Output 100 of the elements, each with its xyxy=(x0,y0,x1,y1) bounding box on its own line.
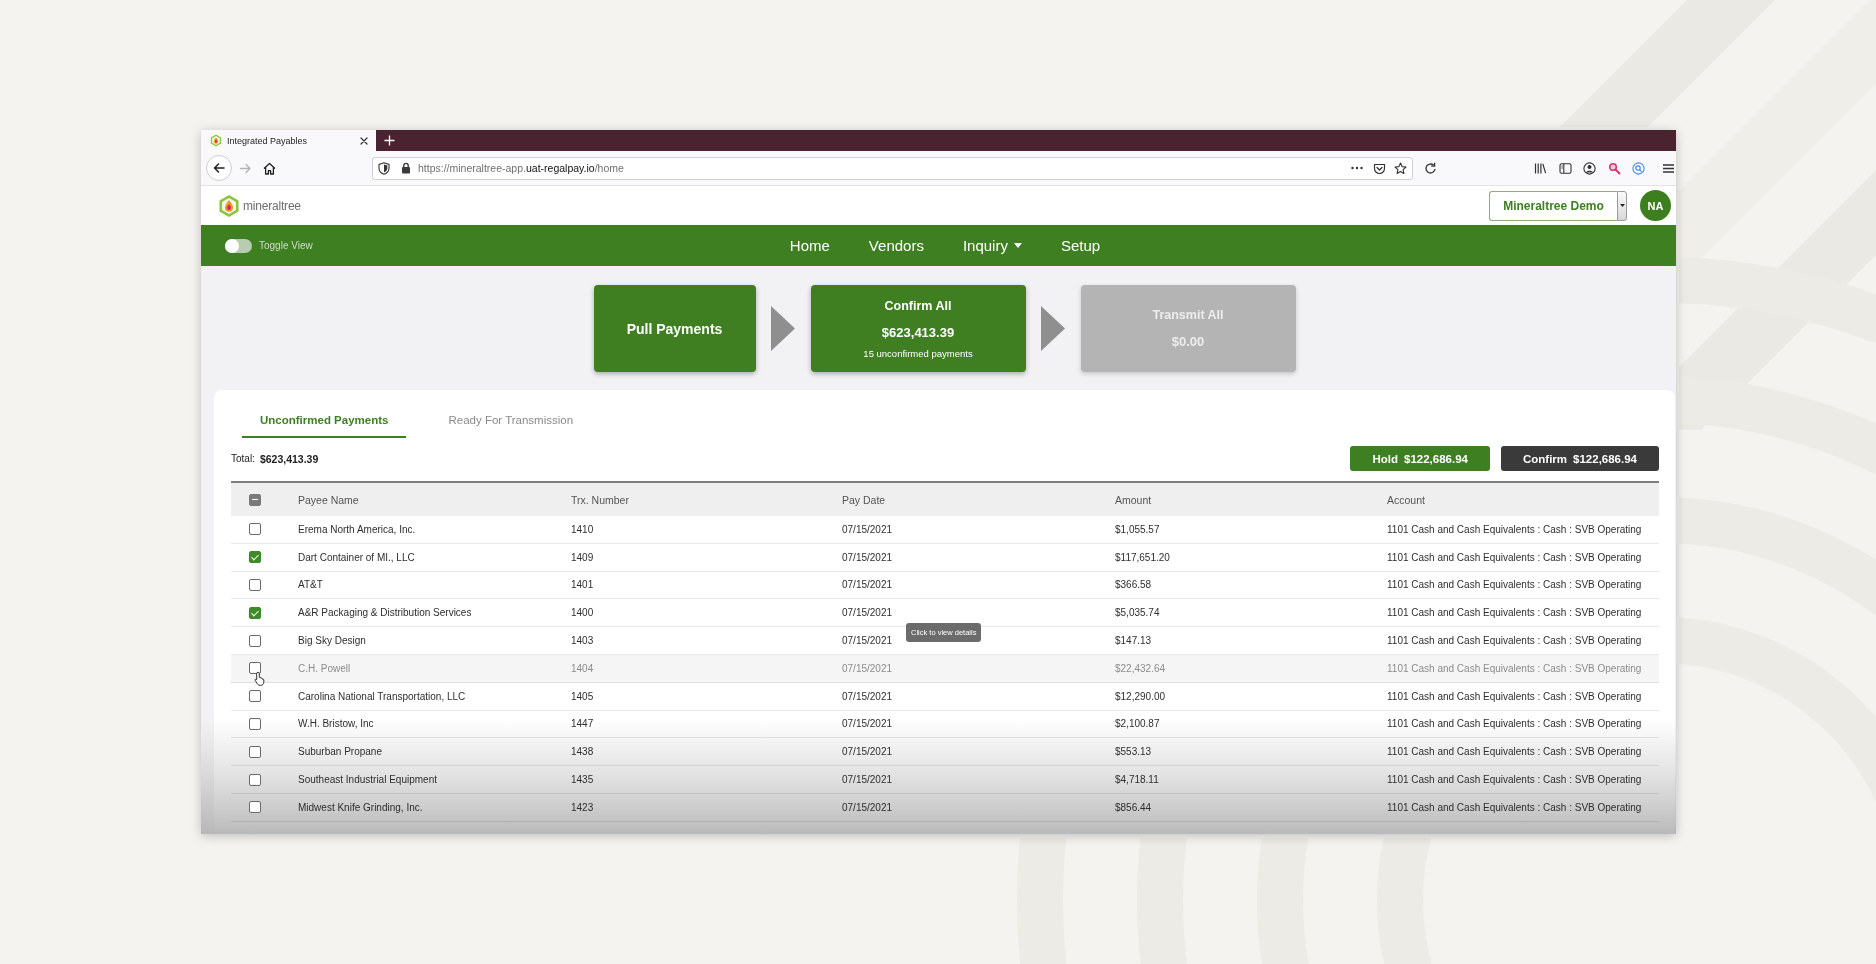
table-cell: 07/15/2021 xyxy=(842,746,893,758)
table-cell: 07/15/2021 xyxy=(842,690,893,702)
table-cell: 1101 Cash and Cash Equivalents : Cash : SVB Operating xyxy=(1387,662,1642,674)
close-icon[interactable] xyxy=(360,136,368,145)
table-cell: 1101 Cash and Cash Equivalents : Cash : SVB Operating xyxy=(1387,774,1642,786)
table-cell: 1101 Cash and Cash Equivalents : Cash : SVB Operating xyxy=(1387,579,1642,591)
table-cell: 1404 xyxy=(571,662,594,674)
reload-icon[interactable] xyxy=(1424,161,1437,175)
sidebar-icon[interactable] xyxy=(1559,161,1572,175)
hold-button[interactable]: Hold $122,686.94 xyxy=(1350,446,1490,471)
table-cell: 1401 xyxy=(571,579,594,591)
row-checkbox[interactable] xyxy=(249,773,261,786)
row-checkbox[interactable] xyxy=(249,523,261,536)
table-cell: 07/15/2021 xyxy=(842,662,893,674)
table-cell: 1405 xyxy=(571,690,594,702)
row-checkbox[interactable] xyxy=(249,634,261,647)
nav-link[interactable]: Inquiry xyxy=(962,237,1022,254)
nav-link[interactable]: Vendors xyxy=(868,237,924,254)
nav-link[interactable]: Setup xyxy=(1060,237,1101,254)
tab[interactable]: Unconfirmed Payments xyxy=(242,404,407,438)
star-icon[interactable] xyxy=(1394,161,1407,175)
table-cell: $366.58 xyxy=(1115,579,1152,591)
table-cell: 1403 xyxy=(571,635,594,647)
table-row[interactable]: Carolina National Transportation, LLC 1405 07/15/2021 $12,290.00 1101 Cash and Cash Equivalents : Cash : SVB Operating xyxy=(231,682,1659,711)
plus-icon[interactable] xyxy=(384,135,395,146)
table-cell: 1101 Cash and Cash Equivalents : Cash : SVB Operating xyxy=(1387,551,1642,563)
row-checkbox[interactable] xyxy=(249,606,261,619)
column-header: Payee Name xyxy=(298,493,359,506)
table-cell: $856.44 xyxy=(1115,801,1152,813)
row-checkbox[interactable] xyxy=(249,717,261,730)
hand-cursor-icon xyxy=(254,671,266,686)
table-cell: Carolina National Transportation, LLC xyxy=(298,690,466,702)
row-checkbox[interactable] xyxy=(249,662,261,675)
table-cell: 07/15/2021 xyxy=(842,579,893,591)
table-cell: 1447 xyxy=(571,718,594,730)
table-row[interactable]: Erema North America, Inc. 1410 07/15/2021 $1,055.57 1101 Cash and Cash Equivalents : Cash : SVB Operating xyxy=(231,516,1659,544)
account-icon[interactable] xyxy=(1583,161,1596,175)
table-cell: 1410 xyxy=(571,523,594,535)
table-cell: Erema North America, Inc. xyxy=(298,523,416,535)
table-cell: 1435 xyxy=(571,774,594,786)
toggle-switch[interactable] xyxy=(225,238,252,253)
tab[interactable]: Ready For Transmission xyxy=(430,404,592,438)
row-checkbox[interactable] xyxy=(249,551,261,564)
dropdown-toggle[interactable] xyxy=(1617,190,1627,221)
table-cell: 1400 xyxy=(571,607,594,619)
triangle-arrow-icon xyxy=(1040,306,1065,351)
confirm-button[interactable]: Confirm $122,686.94 xyxy=(1500,446,1659,471)
table-cell: 1438 xyxy=(571,746,594,758)
table-cell: A&R Packaging & Distribution Services xyxy=(298,607,472,619)
table-cell: $4,718.11 xyxy=(1115,774,1159,786)
menu-icon[interactable] xyxy=(1662,161,1675,175)
column-header: Amount xyxy=(1115,493,1152,506)
lock-icon[interactable] xyxy=(401,162,411,174)
table-cell: $117,651.20 xyxy=(1115,551,1170,563)
row-checkbox[interactable] xyxy=(249,745,261,758)
step-card[interactable]: Confirm All $623,413.39 15 unconfirmed payments xyxy=(810,285,1026,372)
table-cell: 1101 Cash and Cash Equivalents : Cash : SVB Operating xyxy=(1387,801,1642,813)
nav-link[interactable]: Home xyxy=(789,237,830,254)
table-cell: 07/15/2021 xyxy=(842,635,893,647)
row-checkbox[interactable] xyxy=(249,579,261,591)
magnifier-circle-icon[interactable] xyxy=(1632,161,1645,175)
shield-chevron-icon[interactable] xyxy=(1373,161,1386,175)
hexagon-flame-icon xyxy=(218,193,240,218)
more-dots-icon[interactable] xyxy=(1351,166,1363,170)
table-cell: 07/15/2021 xyxy=(842,523,893,535)
table-cell: Big Sky Design xyxy=(298,635,366,647)
table-row[interactable]: Suburban Propane 1438 07/15/2021 $553.13 1101 Cash and Cash Equivalents : Cash : SVB Operating xyxy=(231,738,1659,767)
user-avatar[interactable]: NA xyxy=(1640,190,1671,221)
table-cell: 07/15/2021 xyxy=(842,774,893,786)
table-row[interactable]: AT&T 1401 07/15/2021 $366.58 1101 Cash and Cash Equivalents : Cash : SVB Operating xyxy=(231,571,1659,600)
magnifier-icon[interactable] xyxy=(1608,161,1621,175)
address-bar[interactable]: https://mineraltree-app.uat-regalpay.io/home xyxy=(372,156,1413,180)
table-cell: 1409 xyxy=(571,551,594,563)
table-cell: 1101 Cash and Cash Equivalents : Cash : SVB Operating xyxy=(1387,523,1642,535)
row-checkbox[interactable] xyxy=(249,690,261,703)
hexagon-flame-icon xyxy=(210,134,222,147)
total-amount: $623,413.39 xyxy=(259,452,319,465)
table-row[interactable]: W.H. Bristow, Inc 1447 07/15/2021 $2,100.87 1101 Cash and Cash Equivalents : Cash : SVB Operating xyxy=(231,710,1659,739)
table-cell: 1101 Cash and Cash Equivalents : Cash : SVB Operating xyxy=(1387,746,1642,758)
table-row[interactable]: Midwest Knife Grinding, Inc. 1423 07/15/2021 $856.44 1101 Cash and Cash Equivalents : Cash : SVB Operating xyxy=(231,793,1659,822)
account-dropdown[interactable]: Mineraltree Demo xyxy=(1489,190,1617,221)
total-label: Total: xyxy=(231,453,255,464)
row-checkbox[interactable] xyxy=(249,801,261,814)
table-cell: $1,055.57 xyxy=(1115,523,1160,535)
column-header: Trx. Number xyxy=(571,493,629,506)
back-button[interactable] xyxy=(206,155,232,181)
table-row[interactable]: Southeast Industrial Equipment 1435 07/15/2021 $4,718.11 1101 Cash and Cash Equivalents : Cash : SVB Operating xyxy=(231,766,1659,794)
shield-icon[interactable] xyxy=(378,161,390,175)
table-cell: 07/15/2021 xyxy=(842,718,893,730)
browser-tab[interactable]: Integrated Payables xyxy=(201,130,376,151)
table-cell: $553.13 xyxy=(1115,746,1152,758)
table-cell: 1101 Cash and Cash Equivalents : Cash : SVB Operating xyxy=(1387,635,1642,647)
table-cell: 1101 Cash and Cash Equivalents : Cash : SVB Operating xyxy=(1387,607,1642,619)
table-cell: Dart Container of MI., LLC xyxy=(298,551,415,563)
triangle-arrow-icon xyxy=(770,306,795,351)
home-icon[interactable] xyxy=(263,161,276,175)
library-icon[interactable] xyxy=(1534,161,1547,175)
table-row[interactable]: Dart Container of MI., LLC 1409 07/15/2021 $117,651.20 1101 Cash and Cash Equivalents : Cash : SVB Operating xyxy=(231,543,1659,572)
step-card[interactable]: Pull Payments xyxy=(593,285,756,372)
select-all-checkbox[interactable] xyxy=(249,493,261,506)
